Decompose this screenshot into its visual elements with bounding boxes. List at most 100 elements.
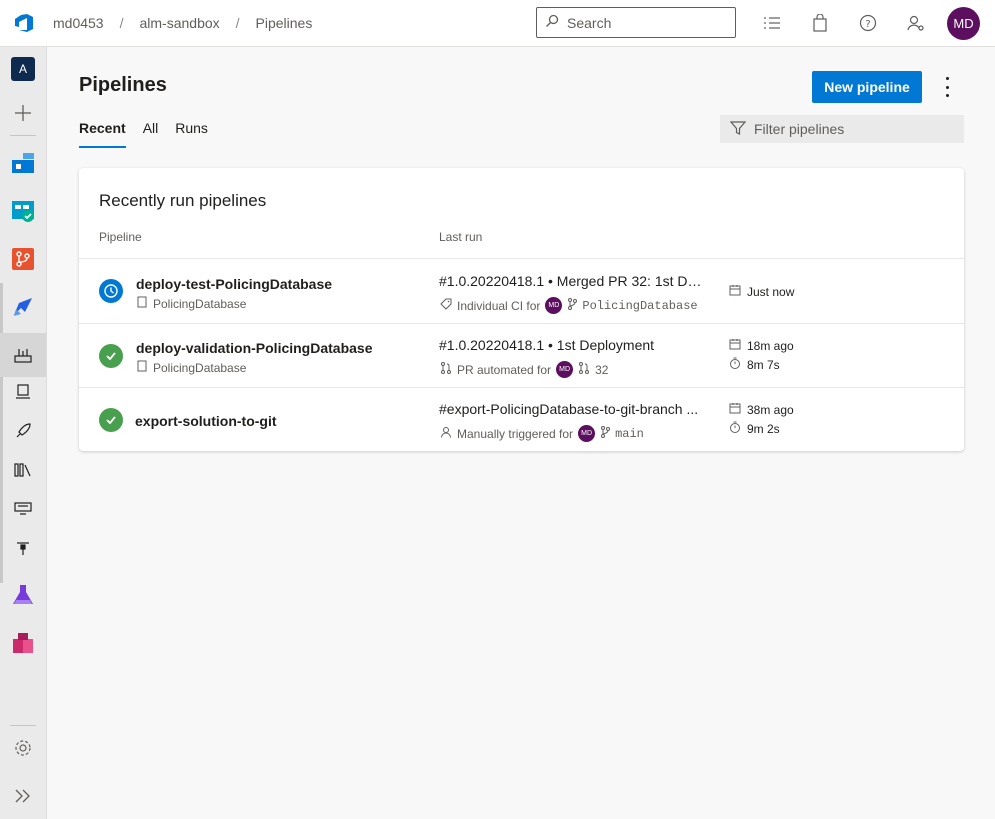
trigger-text: Manually triggered for bbox=[457, 426, 574, 441]
duration: 9m 2s bbox=[747, 421, 780, 436]
calendar-icon bbox=[729, 402, 741, 417]
trigger-user-avatar: MD bbox=[578, 425, 596, 442]
expand-chevrons-icon[interactable] bbox=[0, 774, 46, 818]
task-list-icon[interactable] bbox=[762, 13, 782, 33]
duration: 8m 7s bbox=[747, 357, 780, 372]
help-icon[interactable]: ? bbox=[858, 13, 878, 33]
boards-icon[interactable] bbox=[0, 189, 46, 233]
table-row[interactable]: deploy-test-PolicingDatabase PolicingDat… bbox=[79, 258, 964, 322]
recent-pipelines-card: Recently run pipelines Pipeline Last run… bbox=[79, 168, 964, 451]
run-trigger: Manually triggered for MD main bbox=[440, 425, 644, 442]
column-header-pipeline: Pipeline bbox=[99, 230, 142, 244]
filter-icon bbox=[729, 120, 747, 139]
library-icon[interactable] bbox=[0, 448, 46, 492]
repo-icon bbox=[137, 296, 147, 311]
breadcrumb: md0453 / alm-sandbox / Pipelines bbox=[47, 15, 318, 31]
pipeline-folder: PolicingDatabase bbox=[137, 360, 246, 375]
trigger-text: Individual CI for bbox=[457, 298, 541, 313]
breadcrumb-separator: / bbox=[235, 15, 240, 31]
run-time: 18m ago bbox=[729, 338, 794, 353]
page-title: Pipelines bbox=[79, 74, 167, 96]
azure-devops-logo-icon[interactable] bbox=[0, 0, 47, 47]
pull-request-icon bbox=[578, 362, 590, 377]
branch-icon bbox=[600, 426, 611, 441]
stopwatch-icon bbox=[729, 357, 741, 372]
repo-icon bbox=[137, 360, 147, 375]
success-check-icon bbox=[99, 408, 123, 432]
trigger-text: PR automated for bbox=[457, 362, 552, 377]
run-trigger: PR automated for MD 32 bbox=[440, 361, 608, 378]
pull-request-icon bbox=[440, 362, 452, 377]
pipeline-name[interactable]: deploy-validation-PolicingDatabase bbox=[136, 340, 373, 356]
run-duration: 9m 2s bbox=[729, 421, 780, 436]
column-header-last-run: Last run bbox=[439, 230, 483, 244]
run-time: 38m ago bbox=[729, 402, 794, 417]
run-trigger: Individual CI for MD PolicingDatabase bbox=[440, 297, 698, 314]
trigger-user-avatar: MD bbox=[545, 297, 563, 314]
overview-icon[interactable] bbox=[0, 141, 46, 185]
trigger-user-avatar: MD bbox=[556, 361, 574, 378]
add-icon[interactable] bbox=[0, 91, 46, 135]
project-settings-gear-icon[interactable] bbox=[0, 726, 46, 770]
svg-text:?: ? bbox=[865, 19, 870, 30]
repos-icon[interactable] bbox=[0, 237, 46, 281]
left-nav-rail: A bbox=[0, 47, 47, 819]
search-box[interactable] bbox=[536, 7, 736, 38]
tag-icon bbox=[440, 298, 452, 313]
time-ago: 38m ago bbox=[747, 402, 794, 417]
org-badge[interactable]: A bbox=[0, 47, 46, 91]
branch-name[interactable]: main bbox=[615, 427, 644, 441]
filter-pipelines-input[interactable] bbox=[754, 121, 954, 137]
filter-box[interactable] bbox=[720, 115, 964, 143]
run-title[interactable]: #export-PolicingDatabase-to-git-branch .… bbox=[439, 401, 703, 417]
person-icon bbox=[440, 426, 452, 441]
pipelines-icon[interactable] bbox=[0, 285, 46, 329]
success-check-icon bbox=[99, 344, 123, 368]
pipeline-tabs: Recent All Runs bbox=[79, 120, 208, 148]
org-initial: A bbox=[11, 57, 35, 81]
tab-all[interactable]: All bbox=[143, 120, 159, 148]
search-input[interactable] bbox=[567, 14, 717, 31]
breadcrumb-project[interactable]: alm-sandbox bbox=[133, 15, 225, 31]
user-avatar[interactable]: MD bbox=[947, 7, 980, 40]
stopwatch-icon bbox=[729, 421, 741, 436]
new-pipeline-button[interactable]: New pipeline bbox=[812, 71, 922, 103]
environments-icon[interactable] bbox=[0, 370, 46, 414]
table-row[interactable]: export-solution-to-git #export-PolicingD… bbox=[79, 387, 964, 451]
branch-name[interactable]: PolicingDatabase bbox=[582, 299, 697, 313]
card-title: Recently run pipelines bbox=[99, 191, 267, 210]
branch-icon bbox=[567, 298, 578, 313]
breadcrumb-page[interactable]: Pipelines bbox=[250, 15, 319, 31]
run-time: Just now bbox=[729, 284, 794, 299]
more-actions-icon[interactable] bbox=[938, 77, 956, 97]
calendar-icon bbox=[729, 284, 741, 299]
breadcrumb-separator: / bbox=[119, 15, 124, 31]
test-plans-icon[interactable] bbox=[0, 573, 46, 617]
run-title[interactable]: #1.0.20220418.1 • Merged PR 32: 1st Depl… bbox=[439, 273, 703, 289]
folder-name: PolicingDatabase bbox=[153, 296, 247, 311]
top-bar: md0453 / alm-sandbox / Pipelines ? MD bbox=[0, 0, 995, 47]
pipeline-folder: PolicingDatabase bbox=[137, 296, 246, 311]
search-icon bbox=[545, 14, 559, 31]
artifacts-icon[interactable] bbox=[0, 621, 46, 665]
releases-rocket-icon[interactable] bbox=[0, 409, 46, 453]
tab-runs[interactable]: Runs bbox=[175, 120, 208, 148]
tab-recent[interactable]: Recent bbox=[79, 120, 126, 148]
marketplace-bag-icon[interactable] bbox=[810, 13, 830, 33]
run-duration: 8m 7s bbox=[729, 357, 780, 372]
running-status-icon bbox=[99, 279, 123, 303]
breadcrumb-org[interactable]: md0453 bbox=[47, 15, 110, 31]
pipeline-name[interactable]: deploy-test-PolicingDatabase bbox=[136, 276, 332, 292]
table-row[interactable]: deploy-validation-PolicingDatabase Polic… bbox=[79, 323, 964, 387]
calendar-icon bbox=[729, 338, 741, 353]
time-ago: 18m ago bbox=[747, 338, 794, 353]
time-ago: Just now bbox=[747, 284, 795, 299]
user-settings-icon[interactable] bbox=[906, 13, 926, 33]
run-title[interactable]: #1.0.20220418.1 • 1st Deployment bbox=[439, 337, 703, 353]
pr-number[interactable]: 32 bbox=[595, 363, 608, 377]
task-groups-icon[interactable] bbox=[0, 487, 46, 531]
deployment-groups-icon[interactable] bbox=[0, 526, 46, 570]
rail-divider bbox=[10, 135, 36, 136]
folder-name: PolicingDatabase bbox=[153, 360, 247, 375]
pipeline-name[interactable]: export-solution-to-git bbox=[135, 413, 277, 429]
